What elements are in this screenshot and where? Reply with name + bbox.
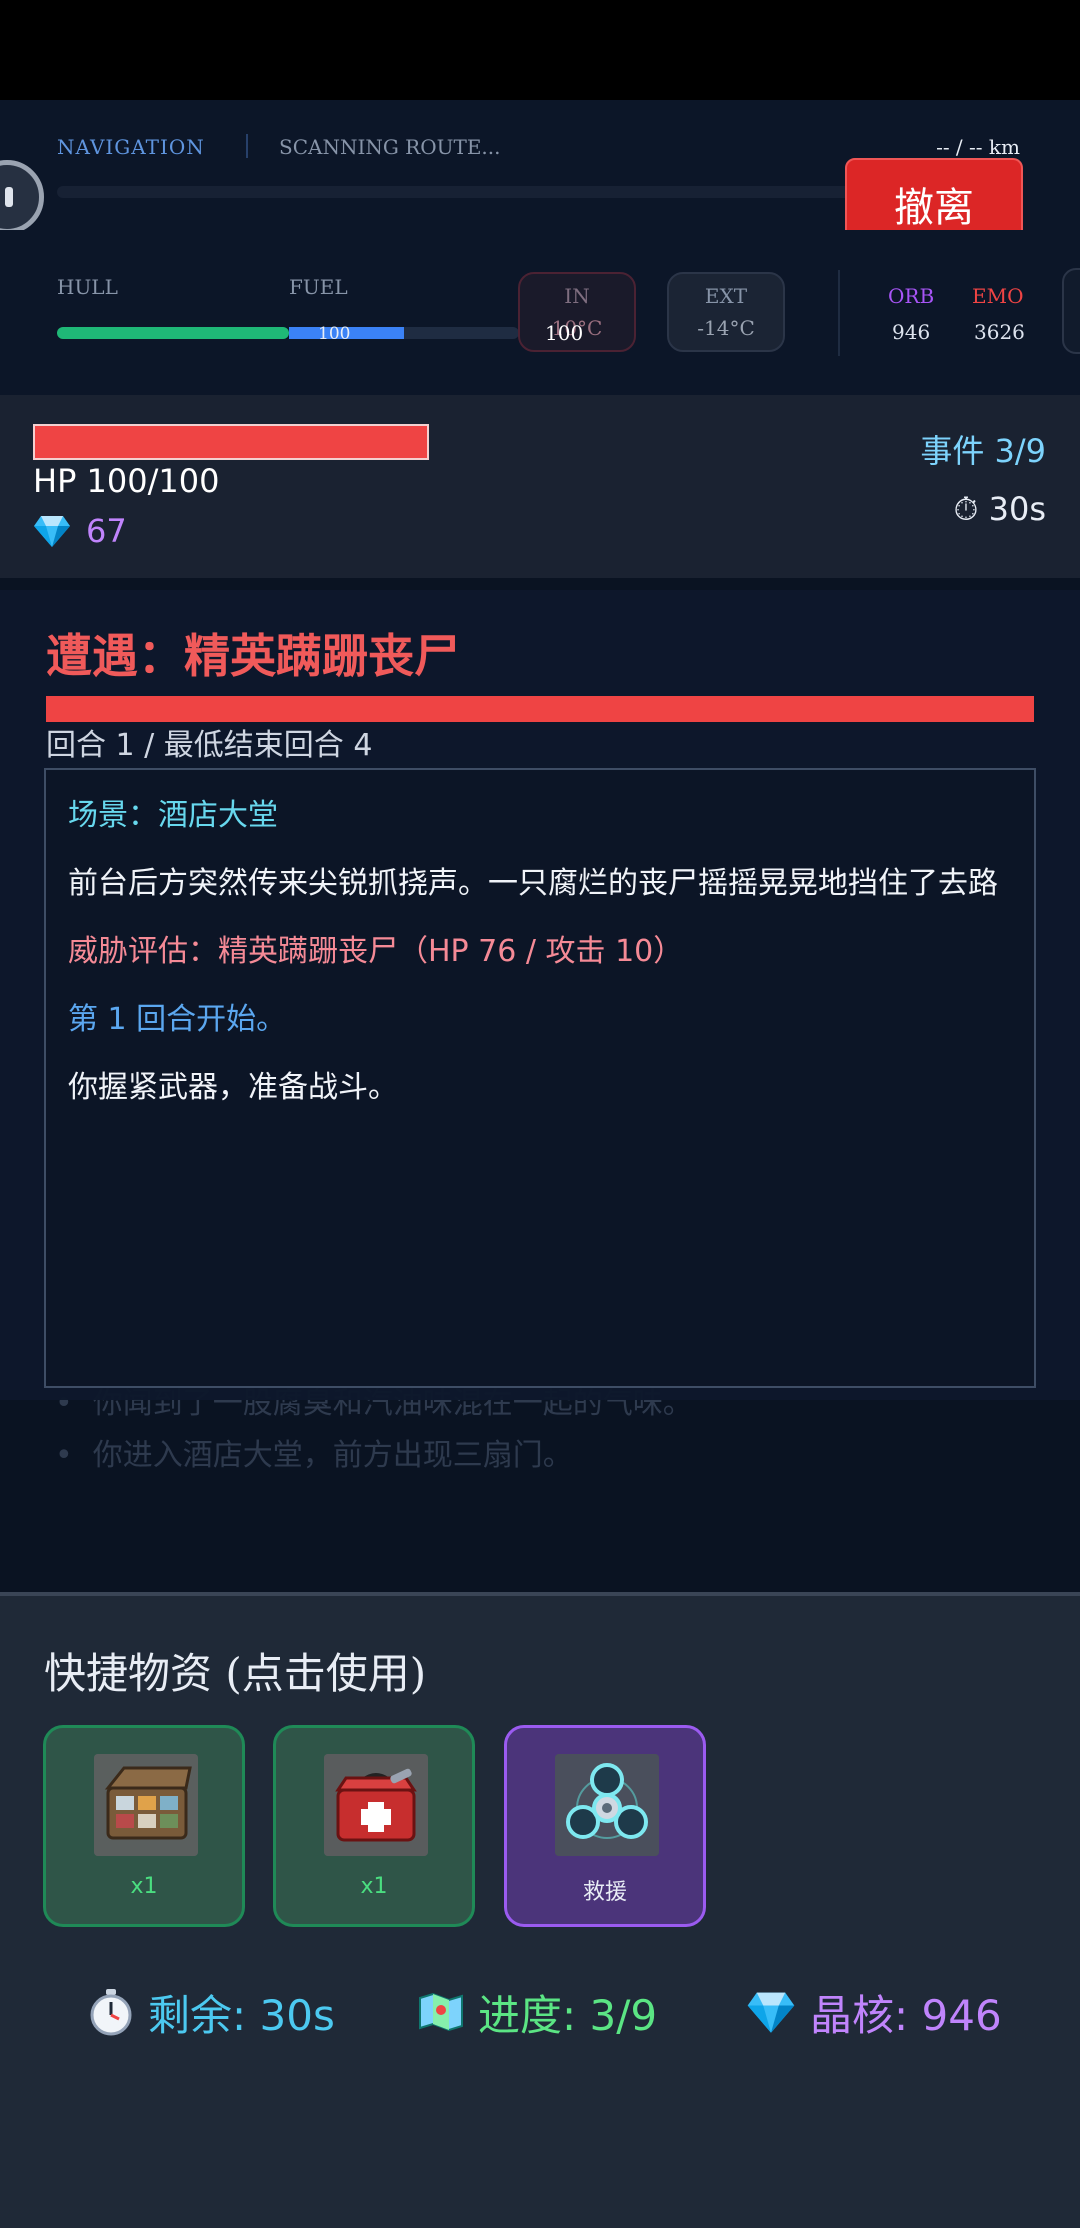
emo-value: 3626	[974, 320, 1025, 344]
gem-icon	[747, 1992, 795, 2033]
orb-label: ORB	[888, 284, 935, 308]
progress-stat: 进度: 3/9	[418, 1984, 657, 2040]
hull-bar	[57, 327, 289, 339]
emo-label: EMO	[972, 284, 1024, 308]
quick-item-supply-case[interactable]: x1	[43, 1725, 245, 1927]
stopwatch-icon	[90, 1989, 132, 2036]
orb-value: 946	[892, 320, 931, 344]
fuel-value: 100	[318, 324, 351, 344]
quick-supplies-title: 快捷物资 (点击使用)	[44, 1649, 427, 1698]
player-hp-text: HP 100/100	[33, 462, 220, 500]
crystal-stat: 晶核: 946	[746, 1984, 1002, 2040]
temp-ext-card: EXT -14°C	[667, 272, 785, 352]
nav-label: NAVIGATION	[57, 135, 205, 159]
first-aid-kit-icon	[324, 1754, 428, 1856]
quick-item-rescue[interactable]: 救援	[504, 1725, 706, 1927]
hull-value: 100	[545, 321, 584, 345]
enemy-hp-bar	[46, 696, 1034, 722]
event-timer: ⏱ 30s	[953, 490, 1046, 528]
hull-label: HULL	[57, 275, 118, 299]
log-scene: 场景：酒店大堂	[68, 798, 278, 833]
player-hp-bar	[33, 424, 429, 460]
map-icon	[419, 1992, 463, 2032]
stats-divider	[838, 270, 840, 356]
fidget-spinner-icon	[555, 1754, 659, 1856]
log-threat-assessment: 威胁评估：精英蹒跚丧尸（HP 76 / 攻击 10）	[68, 934, 684, 969]
temp-ext-value: -14°C	[697, 316, 755, 340]
crystal-text: 晶核: 946	[810, 1990, 1002, 2040]
route-progress-track	[57, 186, 857, 198]
log-ready: 你握紧武器，准备战斗。	[68, 1070, 398, 1105]
progress-text: 进度: 3/9	[478, 1990, 658, 2040]
quick-item-first-aid[interactable]: x1	[273, 1725, 475, 1927]
encounter-title: 遭遇：精英蹒跚丧尸	[46, 629, 460, 683]
item-label: 救援	[582, 1880, 627, 1905]
item-count: x1	[360, 1874, 388, 1899]
nav-divider	[246, 134, 248, 158]
round-indicator: 回合 1 / 最低结束回合 4	[46, 728, 373, 763]
item-count: x1	[130, 1874, 158, 1899]
event-counter: 事件 3/9	[920, 432, 1046, 470]
fuel-label: FUEL	[289, 275, 348, 299]
temp-in-label: IN	[564, 284, 590, 308]
temp-ext-label: EXT	[704, 284, 748, 308]
remaining-time-text: 剩余: 30s	[148, 1990, 335, 2040]
nav-distance: -- / -- km	[936, 135, 1020, 159]
list-item: 你进入酒店大堂，前方出现三扇门。	[55, 1430, 693, 1482]
status-bar	[0, 0, 1080, 100]
log-round-start: 第 1 回合开始。	[68, 1002, 287, 1037]
stats-card-edge[interactable]	[1062, 268, 1080, 354]
gem-icon	[34, 516, 70, 547]
nav-status: SCANNING ROUTE...	[279, 135, 501, 159]
gem-count: 67	[86, 512, 127, 550]
remaining-time-stat: 剩余: 30s	[88, 1984, 335, 2040]
log-description: 前台后方突然传来尖锐抓挠声。一只腐烂的丧尸摇摇晃晃地挡住了去路	[68, 866, 998, 901]
combat-log[interactable]: 场景：酒店大堂 前台后方突然传来尖锐抓挠声。一只腐烂的丧尸摇摇晃晃地挡住了去路 …	[44, 768, 1036, 1388]
supply-case-icon	[94, 1754, 198, 1856]
